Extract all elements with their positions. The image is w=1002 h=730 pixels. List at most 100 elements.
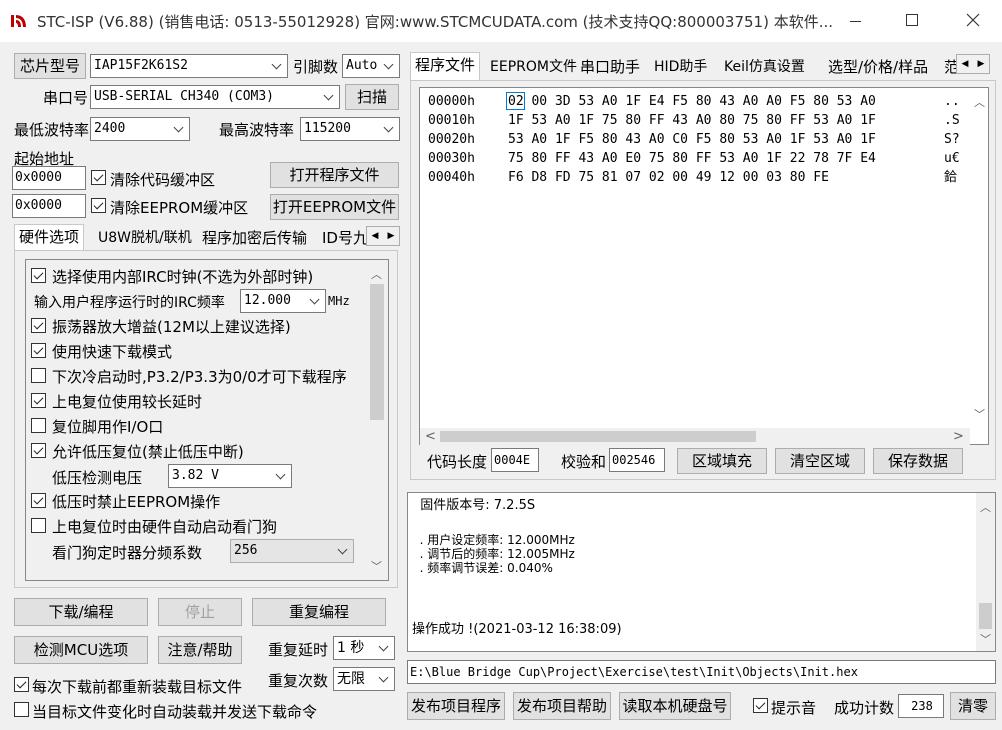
- maximize-button[interactable]: [888, 0, 934, 42]
- tab-scroll-arrows[interactable]: ◀ ▶: [366, 226, 400, 246]
- publish-program-button[interactable]: 发布项目程序: [407, 692, 505, 720]
- close-button[interactable]: [945, 0, 1001, 42]
- tab-hardware-options[interactable]: 硬件选项: [14, 224, 85, 252]
- success-count-value: 238: [898, 694, 944, 718]
- main-tab-scroll-arrows[interactable]: ◀ ▶: [956, 54, 990, 74]
- tab-hid-assistant[interactable]: HID助手: [650, 55, 711, 79]
- opt-fast-download-checkbox[interactable]: [31, 343, 46, 358]
- port-value: USB-SERIAL CH340 (COM3): [94, 89, 275, 104]
- tab-u8w[interactable]: U8W脱机/联机: [94, 226, 196, 250]
- irc-frequency-select[interactable]: 12.000: [240, 289, 326, 313]
- hex-view[interactable]: 00000h 02 00 3D 53 A0 1F E4 F5 80 43 A0 A…: [419, 87, 989, 445]
- scan-button[interactable]: 扫描: [345, 84, 399, 110]
- hex-bytes[interactable]: 53 A0 1F F5 80 43 A0 C0 F5 80 53 A0 1F 5…: [508, 130, 876, 149]
- pins-select[interactable]: Auto: [342, 54, 400, 78]
- low-voltage-threshold-select[interactable]: 3.82 V: [168, 464, 292, 488]
- chip-model-select[interactable]: IAP15F2K61S2: [90, 54, 288, 78]
- tab-selection-price[interactable]: 选型/价格/样品: [824, 55, 932, 79]
- repeat-count-select[interactable]: 无限: [333, 667, 395, 691]
- tab-keil-settings[interactable]: Keil仿真设置: [720, 55, 809, 79]
- scroll-up-icon[interactable]: ︿: [977, 499, 994, 515]
- opt-osc-gain-checkbox[interactable]: [31, 318, 46, 333]
- auto-send-on-change-checkbox[interactable]: [14, 702, 29, 717]
- arrow-right-icon[interactable]: ▶: [383, 227, 399, 245]
- hex-vertical-scrollbar[interactable]: ︿ ﹀: [970, 88, 988, 428]
- help-button[interactable]: 注意/帮助: [158, 636, 242, 664]
- scroll-down-icon[interactable]: ﹀: [977, 631, 994, 647]
- watchdog-prescaler-select[interactable]: 256: [230, 539, 354, 563]
- log-output[interactable]: 固件版本号: 7.2.5S . 用户设定频率: 12.000MHz . 调节后的…: [407, 492, 996, 652]
- scroll-right-icon[interactable]: >: [950, 429, 967, 444]
- max-baud-label: 最高波特率: [219, 121, 295, 139]
- log-line: . 用户设定频率: 12.000MHz: [412, 533, 575, 547]
- clear-eeprom-buffer-checkbox[interactable]: [91, 198, 106, 213]
- tab-id[interactable]: ID号九: [318, 226, 366, 250]
- options-scrollbar[interactable]: ︿ ﹀: [366, 260, 388, 580]
- log-scrollbar[interactable]: ︿ ﹀: [976, 493, 995, 651]
- log-scrollbar-thumb[interactable]: [979, 603, 992, 629]
- repeat-program-button[interactable]: 重复编程: [252, 598, 386, 626]
- scroll-left-icon[interactable]: <: [422, 429, 439, 444]
- arrow-left-icon[interactable]: ◀: [367, 227, 383, 245]
- chevron-down-icon: [271, 55, 283, 77]
- hex-bytes[interactable]: 75 80 FF 43 A0 E0 75 80 FF 53 A0 1F 22 7…: [508, 149, 876, 168]
- file-path-field[interactable]: E:\Blue Bridge Cup\Project\Exercise\test…: [407, 660, 996, 684]
- clear-region-button[interactable]: 清空区域: [775, 448, 865, 474]
- tab-more[interactable]: 范: [940, 55, 956, 79]
- scrollbar-thumb[interactable]: [370, 284, 384, 420]
- tab-eeprom-file[interactable]: EEPROM文件: [486, 55, 581, 79]
- tab-program-file[interactable]: 程序文件: [410, 52, 481, 82]
- opt-long-reset-delay-checkbox[interactable]: [31, 393, 46, 408]
- hex-bytes[interactable]: F6 D8 FD 75 81 07 02 00 49 12 00 03 80 F…: [508, 168, 829, 187]
- hex-bytes[interactable]: 1F 53 A0 1F 75 80 FF 43 A0 80 75 80 FF 5…: [508, 111, 876, 130]
- arrow-right-icon[interactable]: ▶: [973, 55, 989, 73]
- checksum-value: 002546: [609, 448, 665, 472]
- reload-before-download-checkbox[interactable]: [14, 677, 29, 692]
- open-eeprom-file-button[interactable]: 打开EEPROM文件: [270, 194, 399, 220]
- opt-internal-irc-checkbox[interactable]: [31, 268, 46, 283]
- opt-cold-start-checkbox[interactable]: [31, 368, 46, 383]
- arrow-left-icon[interactable]: ◀: [957, 55, 973, 73]
- chip-model-button[interactable]: 芯片型号: [14, 53, 86, 79]
- minimize-button[interactable]: [832, 0, 878, 42]
- tab-encrypt[interactable]: 程序加密后传输: [198, 226, 311, 250]
- publish-help-button[interactable]: 发布项目帮助: [513, 692, 611, 720]
- scroll-down-icon[interactable]: ﹀: [971, 406, 988, 422]
- save-data-button[interactable]: 保存数据: [873, 448, 963, 474]
- eeprom-start-address-input[interactable]: 0x0000: [12, 194, 86, 218]
- tab-serial-assistant[interactable]: 串口助手: [576, 55, 644, 79]
- opt-reset-pin-io-checkbox[interactable]: [31, 418, 46, 433]
- clear-count-button[interactable]: 清零: [950, 692, 996, 720]
- chevron-down-icon: [383, 55, 395, 77]
- opt-lv-disable-eeprom-label: 低压时禁止EEPROM操作: [52, 493, 221, 511]
- stop-button[interactable]: 停止: [158, 598, 242, 626]
- port-select[interactable]: USB-SERIAL CH340 (COM3): [90, 85, 340, 109]
- opt-lv-disable-eeprom-checkbox[interactable]: [31, 493, 46, 508]
- min-baud-label: 最低波特率: [14, 121, 90, 139]
- opt-watchdog-checkbox[interactable]: [31, 518, 46, 533]
- repeat-delay-select[interactable]: 1 秒: [333, 636, 395, 660]
- irc-unit-label: MHz: [328, 294, 350, 308]
- scroll-up-icon[interactable]: ︿: [971, 94, 988, 110]
- tip-sound-checkbox[interactable]: [753, 698, 768, 713]
- download-program-button[interactable]: 下载/编程: [14, 598, 148, 626]
- pins-value: Auto: [346, 58, 378, 73]
- irc-frequency-label: 输入用户程序运行时的IRC频率: [34, 295, 225, 311]
- check-mcu-button[interactable]: 检测MCU选项: [14, 636, 148, 664]
- opt-long-reset-delay-label: 上电复位使用较长延时: [52, 393, 203, 411]
- clear-code-buffer-checkbox[interactable]: [91, 170, 106, 185]
- hex-bytes[interactable]: 02 00 3D 53 A0 1F E4 F5 80 43 A0 A0 F5 8…: [508, 92, 876, 111]
- hex-horizontal-scrollbar[interactable]: < >: [420, 428, 970, 445]
- scroll-down-icon[interactable]: ﹀: [368, 558, 385, 574]
- min-baud-select[interactable]: 2400: [90, 117, 190, 141]
- read-disk-id-button[interactable]: 读取本机硬盘号: [619, 692, 731, 720]
- max-baud-select[interactable]: 115200: [300, 117, 400, 141]
- fill-region-button[interactable]: 区域填充: [677, 448, 767, 474]
- scroll-up-icon[interactable]: ︿: [368, 266, 385, 282]
- code-start-address-input[interactable]: 0x0000: [12, 166, 86, 190]
- hscroll-thumb[interactable]: [440, 431, 756, 442]
- opt-low-voltage-reset-checkbox[interactable]: [31, 443, 46, 458]
- chevron-down-icon: [337, 540, 349, 562]
- open-program-file-button[interactable]: 打开程序文件: [270, 162, 399, 188]
